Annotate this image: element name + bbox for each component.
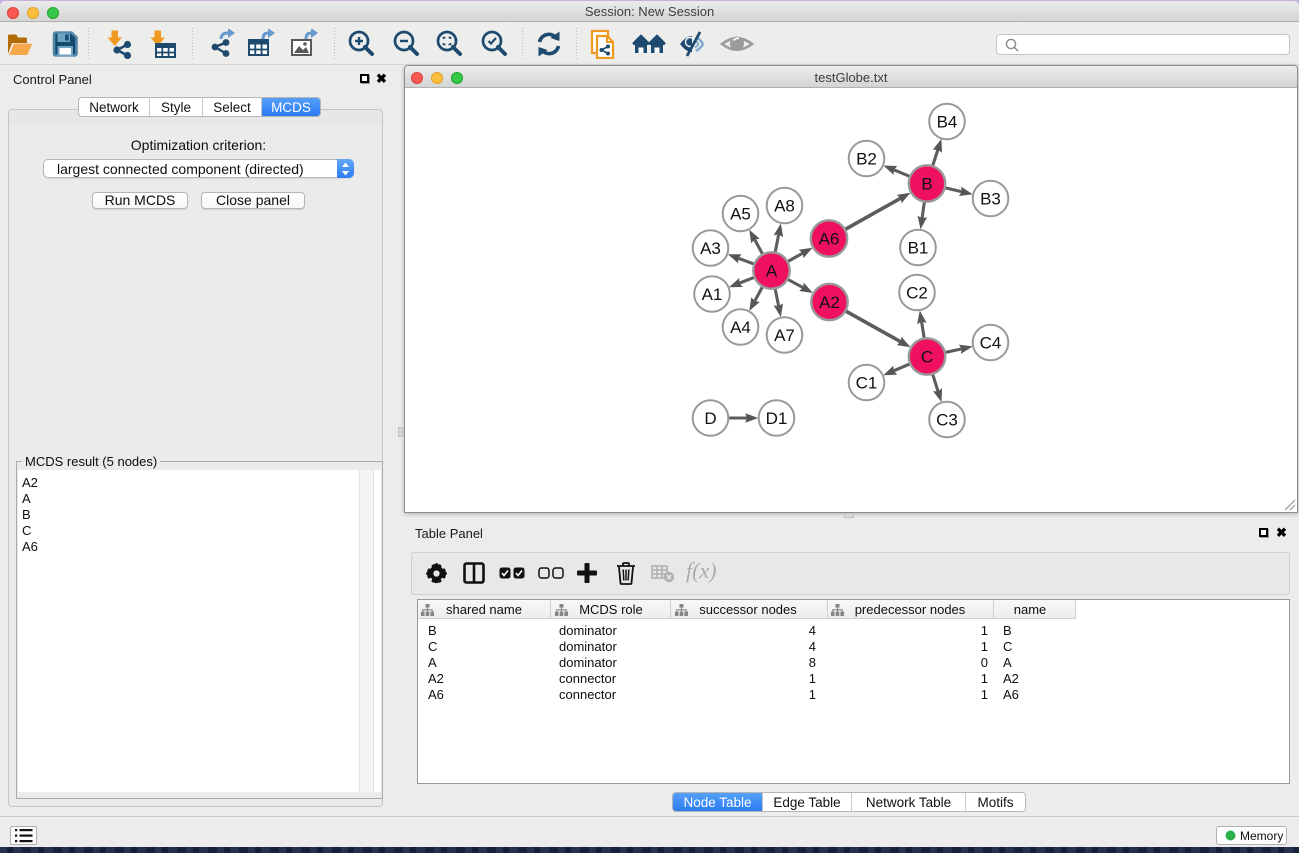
svg-text:A: A [766,262,778,281]
svg-text:A3: A3 [700,239,721,258]
svg-text:A6: A6 [819,230,840,249]
svg-text:B1: B1 [908,239,929,258]
svg-text:C1: C1 [856,374,878,393]
svg-text:B4: B4 [937,113,958,132]
svg-text:D: D [704,409,716,428]
svg-text:A8: A8 [774,197,795,216]
svg-text:D1: D1 [766,409,788,428]
svg-text:B: B [921,175,932,194]
svg-text:A1: A1 [702,285,723,304]
svg-text:C3: C3 [936,411,958,430]
svg-text:C2: C2 [906,284,928,303]
svg-text:C: C [921,348,933,367]
svg-text:B2: B2 [856,150,877,169]
svg-text:B3: B3 [980,190,1001,209]
svg-text:A4: A4 [730,318,751,337]
svg-text:A5: A5 [730,205,751,224]
svg-text:C4: C4 [980,334,1002,353]
svg-text:A7: A7 [774,326,795,345]
svg-text:A2: A2 [819,293,840,312]
